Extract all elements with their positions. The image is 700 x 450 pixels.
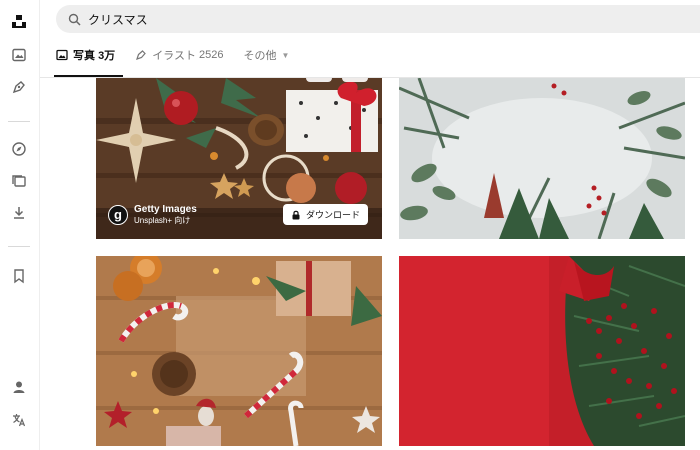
photo-card-red-wreath[interactable] [399, 256, 685, 446]
unsplash-logo-icon[interactable] [0, 8, 38, 34]
card-top-action[interactable] [306, 78, 332, 82]
photo-icon [56, 49, 68, 61]
download-button[interactable]: ダウンロード [282, 204, 368, 225]
tab-illustrations[interactable]: イラスト 2526 [135, 44, 224, 66]
left-sidebar [0, 0, 40, 450]
pen-icon[interactable] [0, 74, 38, 100]
pen-icon [135, 49, 147, 61]
collections-icon[interactable] [0, 168, 38, 194]
chevron-down-icon: ▼ [281, 50, 290, 60]
search-bar[interactable]: クリスマス [56, 5, 700, 33]
photo-card-christmas-flatlay[interactable]: g Getty Images Unsplash+ 向け ダウンロード [96, 78, 382, 239]
tab-illustrations-label: イラスト [152, 50, 196, 62]
sponsor-credit[interactable]: g Getty Images Unsplash+ 向け [108, 204, 197, 225]
download-icon[interactable] [0, 200, 38, 226]
tab-photos[interactable]: 写真 3万 [53, 44, 124, 77]
tab-photos-label: 写真 [73, 50, 95, 62]
translate-icon[interactable] [0, 407, 38, 433]
photo-image [399, 78, 685, 239]
tab-illustrations-count: 2526 [199, 49, 224, 61]
card-top-action[interactable] [342, 78, 368, 82]
search-query[interactable]: クリスマス [88, 11, 148, 28]
photo-card-candy-canes[interactable] [96, 256, 382, 446]
search-icon[interactable] [66, 11, 82, 27]
getty-logo-icon: g [108, 204, 128, 225]
tab-more-label: その他 [243, 50, 277, 62]
tab-photos-count: 3万 [98, 50, 116, 62]
lock-icon [291, 210, 301, 220]
sponsor-name: Getty Images [134, 204, 197, 216]
tab-more[interactable]: その他 ▼ [244, 44, 290, 66]
media-type-tabs: 写真 3万 イラスト 2526 その他 ▼ [53, 44, 309, 78]
sponsor-subtitle: Unsplash+ 向け [134, 215, 191, 225]
bookmark-icon[interactable] [0, 263, 38, 289]
photo-image [399, 256, 685, 446]
user-icon[interactable] [0, 374, 38, 400]
compass-icon[interactable] [0, 136, 38, 162]
photo-image [96, 256, 382, 446]
download-label: ダウンロード [305, 210, 360, 220]
photo-card-greenery-frame[interactable] [399, 78, 685, 239]
image-icon[interactable] [0, 42, 38, 68]
